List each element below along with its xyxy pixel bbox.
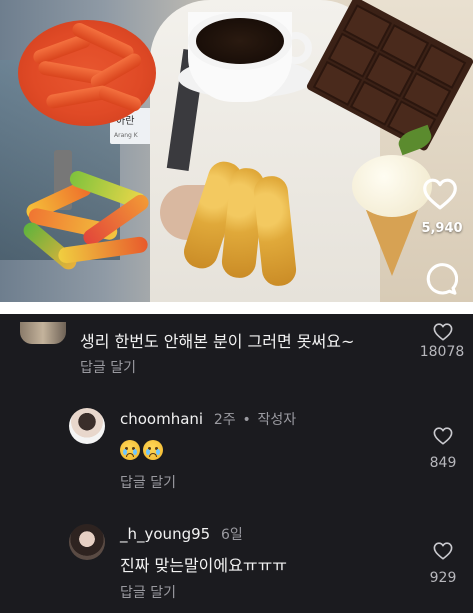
ice-cream-cone [366,210,418,276]
gummy-worms-image [18,168,158,273]
avatar[interactable] [69,524,105,560]
heart-icon[interactable] [433,323,453,341]
crying-face-emoji [143,440,163,460]
comment-icon[interactable] [424,262,458,296]
crying-face-emoji [120,440,140,460]
heart-icon[interactable] [433,542,453,560]
ice-cream-image [352,155,432,217]
reply-button[interactable]: 답글 달기 [80,357,136,377]
author-badge: 작성자 [257,412,297,428]
avatar[interactable] [20,322,66,344]
avatar[interactable] [69,408,105,444]
heart-icon[interactable] [433,427,453,445]
coffee-liquid [196,18,284,64]
section-divider [0,302,473,314]
comment-text: 진짜 맞는말이에요ㅠㅠㅠ [120,556,288,575]
comment-username[interactable]: _h_young95 6일 [120,524,243,544]
comment-like-count: 18078 [419,344,465,360]
separator-dot: • [242,412,251,428]
reply-button[interactable]: 답글 달기 [120,582,176,602]
comment-username[interactable]: choomhani 2주 • 작성자 [120,409,296,429]
comment-like-count: 929 [429,570,457,586]
comment-age: 6일 [220,527,243,543]
heart-icon[interactable] [422,178,458,210]
like-count: 5,940 [421,221,463,236]
reply-button[interactable]: 답글 달기 [120,472,176,492]
comment-text: 생리 한번도 안해본 분이 그러면 못써요~ [80,332,355,351]
comment-age: 2주 [213,412,236,428]
tteokbokki-image [18,20,156,126]
reel-video[interactable]: 아란 Arang K 5,940 [0,0,473,302]
comments-list: 생리 한번도 안해본 분이 그러면 못써요~ 답글 달기 18078 choom… [0,314,473,613]
comment-like-count: 849 [429,455,457,471]
